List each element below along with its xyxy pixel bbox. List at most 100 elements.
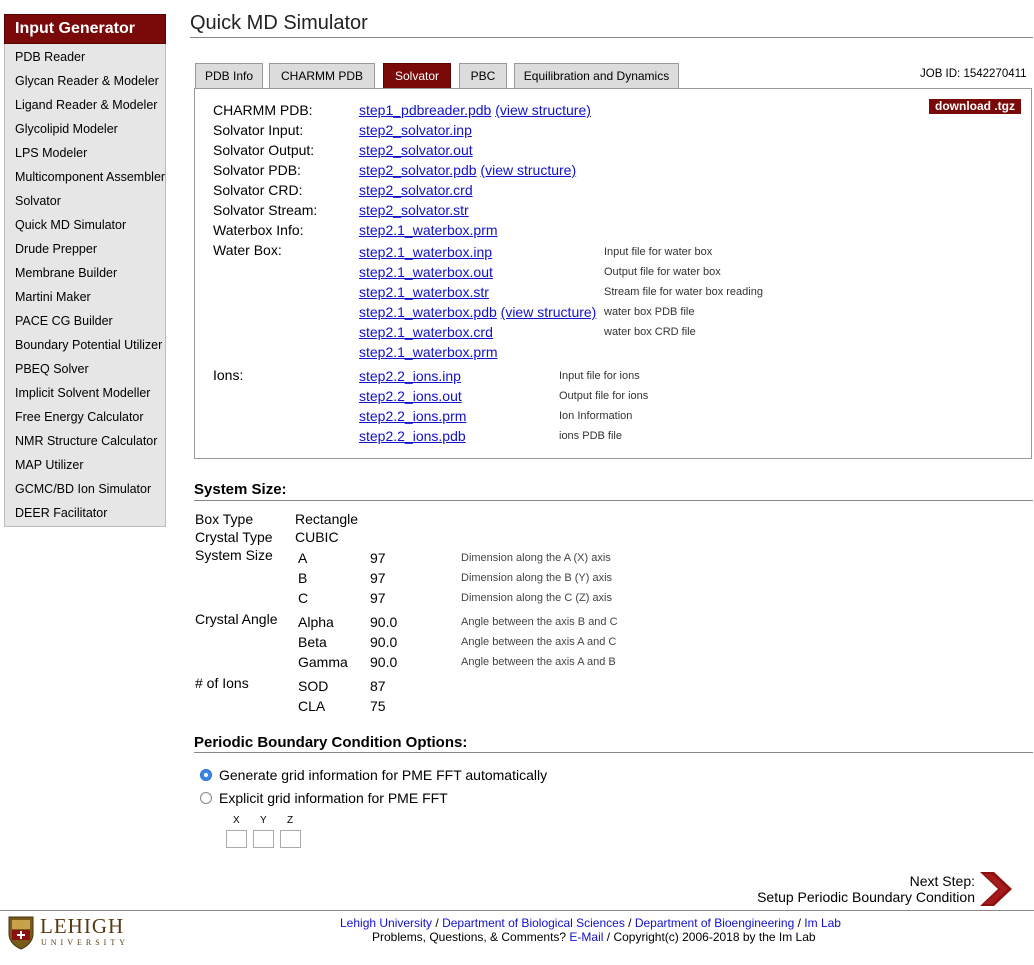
sidebar-item-glycan-reader[interactable]: Glycan Reader & Modeler [5,70,165,94]
ions-count-label: # of Ions [195,675,249,691]
file-link-waterbox-prm[interactable]: step2.1_waterbox.prm [359,342,498,362]
grid-x-input[interactable] [226,830,247,848]
sidebar-item-pace-cg-builder[interactable]: PACE CG Builder [5,310,165,334]
file-link-step1-pdbreader-pdb[interactable]: step1_pdbreader.pdb [359,102,491,118]
file-note: Stream file for water box reading [604,286,763,298]
file-row-solvator-crd: Solvator CRD: step2_solvator.crd [195,180,995,200]
footer-link-lehigh[interactable]: Lehigh University [340,916,432,930]
file-link-step2-solvator-str[interactable]: step2_solvator.str [359,200,469,220]
angle-value: 90.0 [370,614,398,630]
file-link-waterbox-str[interactable]: step2.1_waterbox.str [359,282,489,302]
sidebar-item-multicomponent-assembler[interactable]: Multicomponent Assembler [5,166,165,190]
file-row-solvator-stream: Solvator Stream: step2_solvator.str [195,200,995,220]
sidebar-item-drude-prepper[interactable]: Drude Prepper [5,238,165,262]
dim-name: C [298,590,309,606]
view-structure-link[interactable]: (view structure) [480,162,576,178]
footer-email-link[interactable]: E-Mail [569,930,603,944]
dim-value: 97 [370,590,386,606]
sidebar-item-implicit-solvent-modeller[interactable]: Implicit Solvent Modeller [5,382,165,406]
file-link-ions-pdb[interactable]: step2.2_ions.pdb [359,426,466,446]
section-divider [194,500,1033,501]
angle-value: 90.0 [370,654,398,670]
lehigh-logo[interactable]: LEHIGH UNIVERSITY [8,914,148,954]
view-structure-link[interactable]: (view structure) [495,102,591,118]
footer-link-biological-sciences[interactable]: Department of Biological Sciences [442,916,625,930]
grid-z-input[interactable] [280,830,301,848]
list-item: step2.1_waterbox.crd water box CRD file [195,322,995,342]
page-title: Quick MD Simulator [190,12,368,34]
angle-name: Alpha [298,614,334,630]
file-link-step2-1-waterbox-prm[interactable]: step2.1_waterbox.prm [359,220,498,240]
sidebar-item-free-energy-calculator[interactable]: Free Energy Calculator [5,406,165,430]
sidebar-title[interactable]: Input Generator [4,14,166,44]
sidebar-item-lps-modeler[interactable]: LPS Modeler [5,142,165,166]
sidebar-item-ligand-reader[interactable]: Ligand Reader & Modeler [5,94,165,118]
file-link-step2-solvator-crd[interactable]: step2_solvator.crd [359,180,473,200]
file-link-waterbox-out[interactable]: step2.1_waterbox.out [359,262,493,282]
ion-count: 87 [370,678,386,694]
file-link-waterbox-pdb[interactable]: step2.1_waterbox.pdb [359,304,497,320]
sidebar-item-martini-maker[interactable]: Martini Maker [5,286,165,310]
sidebar-item-map-utilizer[interactable]: MAP Utilizer [5,454,165,478]
box-type-value: Rectangle [295,511,359,527]
view-structure-link[interactable]: (view structure) [501,304,597,320]
next-step-label: Next Step: [909,873,975,889]
system-size-label: System Size [195,547,273,563]
grid-z-label: Z [287,815,294,826]
sidebar-item-gcmc-bd-ion-simulator[interactable]: GCMC/BD Ion Simulator [5,478,165,502]
tab-pbc[interactable]: PBC [459,63,507,89]
pme-auto-radio[interactable] [200,769,212,781]
tab-charmm-pdb[interactable]: CHARMM PDB [269,63,375,89]
file-note: Input file for ions [559,370,640,382]
sidebar-item-pbeq-solver[interactable]: PBEQ Solver [5,358,165,382]
file-link-ions-out[interactable]: step2.2_ions.out [359,386,462,406]
sidebar-item-quick-md-simulator[interactable]: Quick MD Simulator [5,214,165,238]
footer-link-im-lab[interactable]: Im Lab [804,916,841,930]
sidebar-item-solvator[interactable]: Solvator [5,190,165,214]
list-item: step2.1_waterbox.pdb (view structure) wa… [195,302,995,322]
pme-auto-label[interactable]: Generate grid information for PME FFT au… [219,767,547,783]
file-link-waterbox-crd[interactable]: step2.1_waterbox.crd [359,322,493,342]
file-label: CHARMM PDB: [213,102,313,118]
sidebar-item-boundary-potential-utilizer[interactable]: Boundary Potential Utilizer [5,334,165,358]
list-item: step2.1_waterbox.inp Input file for wate… [195,242,995,262]
tab-pdb-info[interactable]: PDB Info [195,63,263,89]
file-row-solvator-output: Solvator Output: step2_solvator.out [195,140,995,160]
logo-text: LEHIGH [40,914,125,938]
file-link-step2-solvator-out[interactable]: step2_solvator.out [359,140,473,160]
file-link-step2-solvator-inp[interactable]: step2_solvator.inp [359,120,472,140]
file-label: Solvator Input: [213,122,304,138]
file-link-ions-prm[interactable]: step2.2_ions.prm [359,406,466,426]
tab-solvator[interactable]: Solvator [383,63,451,89]
footer-link-bioengineering[interactable]: Department of Bioengineering [635,916,794,930]
sidebar-item-membrane-builder[interactable]: Membrane Builder [5,262,165,286]
sidebar-menu: PDB Reader Glycan Reader & Modeler Ligan… [4,44,166,527]
file-row-solvator-input: Solvator Input: step2_solvator.inp [195,120,995,140]
dim-value: 97 [370,550,386,566]
sidebar-item-glycolipid-modeler[interactable]: Glycolipid Modeler [5,118,165,142]
grid-x-label: X [233,815,240,826]
next-arrow-icon[interactable] [980,872,1012,906]
footer-contact-prefix: Problems, Questions, & Comments? [372,930,567,944]
file-label: Waterbox Info: [213,222,304,238]
ion-name: SOD [298,678,329,694]
box-type-label: Box Type [195,511,254,527]
file-note: Ion Information [559,410,633,422]
file-link-waterbox-inp[interactable]: step2.1_waterbox.inp [359,242,492,262]
sidebar-item-pdb-reader[interactable]: PDB Reader [5,46,165,70]
file-link-ions-inp[interactable]: step2.2_ions.inp [359,366,461,386]
pme-explicit-radio[interactable] [200,792,212,804]
sidebar-item-nmr-structure-calculator[interactable]: NMR Structure Calculator [5,430,165,454]
next-step-description[interactable]: Setup Periodic Boundary Condition [757,889,975,905]
file-note: Output file for water box [604,266,721,278]
list-item: step2.2_ions.prm Ion Information [195,406,995,426]
grid-y-label: Y [260,815,267,826]
sidebar-item-deer-facilitator[interactable]: DEER Facilitator [5,502,165,526]
footer-divider [0,910,1034,911]
tab-equilibration-dynamics[interactable]: Equilibration and Dynamics [514,63,679,89]
pme-explicit-label[interactable]: Explicit grid information for PME FFT [219,790,448,806]
angle-note: Angle between the axis B and C [461,616,618,628]
pbc-heading: Periodic Boundary Condition Options: [194,734,468,751]
grid-y-input[interactable] [253,830,274,848]
file-link-step2-solvator-pdb[interactable]: step2_solvator.pdb [359,162,477,178]
